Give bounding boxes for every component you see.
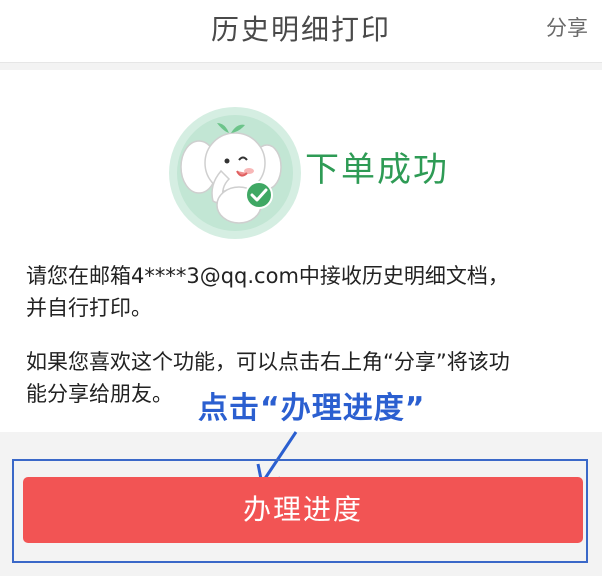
email-message-line1: 请您在邮箱4****3@qq.com中接收历史明细文档，	[26, 264, 509, 288]
email-message-line2: 并自行打印。	[26, 296, 152, 320]
share-button[interactable]: 分享	[546, 12, 588, 42]
success-title: 下单成功	[305, 150, 449, 190]
email-message: 请您在邮箱4****3@qq.com中接收历史明细文档， 并自行打印。	[26, 260, 586, 324]
page-title: 历史明细打印	[210, 13, 391, 46]
progress-button[interactable]: 办理进度	[23, 477, 583, 543]
annotation-label: 点击“办理进度”	[198, 391, 426, 426]
header-bar: 历史明细打印 分享	[0, 0, 602, 63]
mascot-success-icon	[169, 107, 301, 239]
share-hint-line2: 能分享给朋友。	[26, 382, 173, 406]
share-hint-line1: 如果您喜欢这个功能，可以点击右上角“分享”将该功	[26, 350, 510, 374]
